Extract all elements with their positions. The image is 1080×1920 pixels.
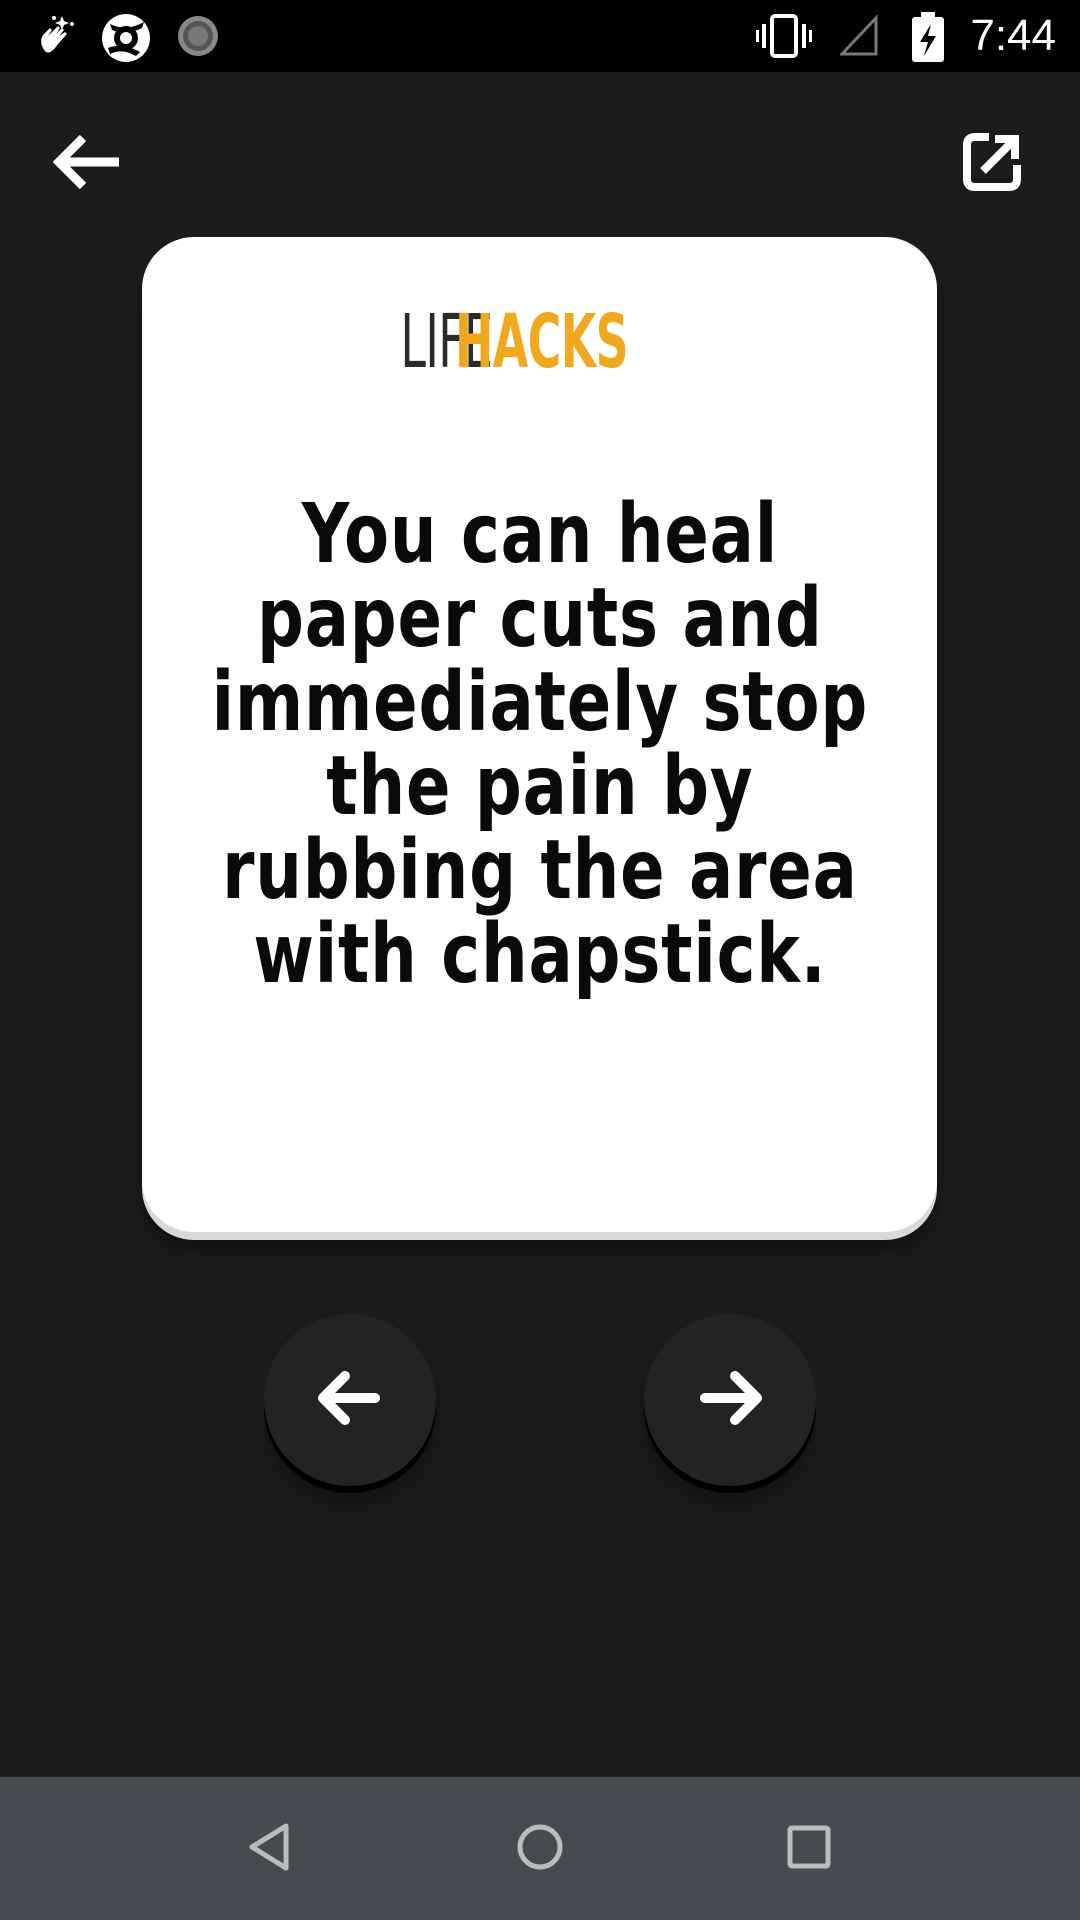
fact-card: LIFE HACKS You can heal paper cuts and i… (142, 237, 937, 1232)
loading-spinner-icon (174, 12, 222, 60)
system-back-button[interactable] (226, 1805, 314, 1893)
recents-square-icon (786, 1824, 832, 1875)
logo-word-hacks: HACKS (455, 299, 629, 385)
previous-fact-button[interactable] (264, 1314, 436, 1486)
system-navigation-bar (0, 1777, 1080, 1920)
status-bar: 7:44 (0, 0, 1080, 72)
home-circle-icon (515, 1822, 565, 1877)
battery-charging-icon (910, 12, 958, 62)
back-triangle-icon (246, 1822, 294, 1877)
vibrate-icon (756, 12, 812, 60)
no-signal-icon (838, 12, 888, 60)
next-fact-button[interactable] (644, 1314, 816, 1486)
system-home-button[interactable] (496, 1805, 584, 1893)
arrow-right-icon (697, 1370, 763, 1431)
fact-text-container: You can heal paper cuts and immediately … (182, 493, 897, 997)
arrow-left-icon (317, 1370, 383, 1431)
system-recents-button[interactable] (765, 1805, 853, 1893)
aperture-app-icon (100, 12, 150, 62)
fact-text: You can heal paper cuts and immediately … (211, 487, 868, 1002)
arrow-left-icon (52, 132, 123, 197)
life-hacks-logo: LIFE HACKS (142, 299, 937, 385)
top-bar (0, 72, 1080, 252)
share-button[interactable] (944, 116, 1040, 212)
cleaner-hand-icon (32, 12, 80, 60)
clock-time: 7:44 (970, 11, 1056, 60)
back-button[interactable] (40, 116, 136, 212)
share-external-icon (961, 131, 1023, 198)
